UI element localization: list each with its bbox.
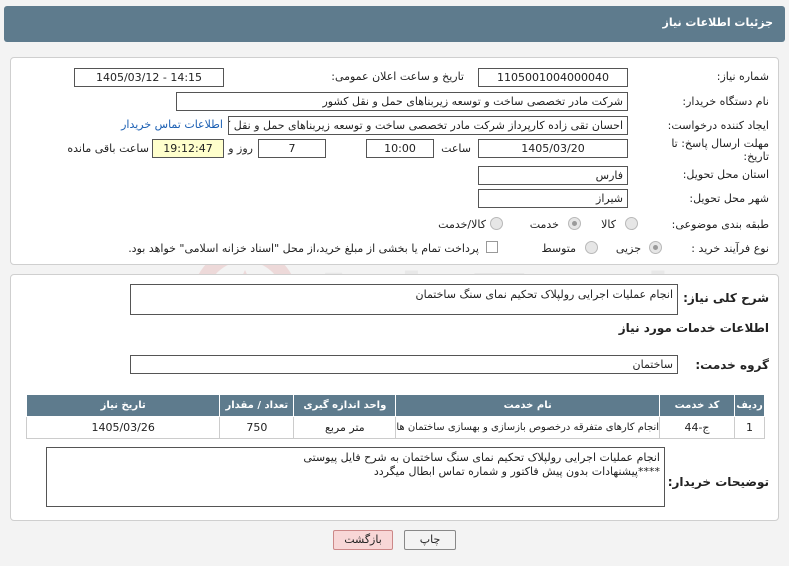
page-title: جزئیات اطلاعات نیاز: [662, 16, 774, 29]
process-medium-label: متوسط: [541, 242, 576, 255]
service-group-label: گروه خدمت:: [695, 358, 769, 372]
buyer-notes-label: توضیحات خریدار:: [667, 475, 769, 489]
col-name: نام خدمت: [395, 394, 660, 417]
back-button[interactable]: بازگشت: [333, 530, 393, 550]
cell-unit: متر مربع: [293, 416, 397, 439]
category-goods-label: کالا: [601, 218, 616, 231]
service-group-field: ساختمان: [130, 355, 678, 374]
treasury-payment-checkbox[interactable]: [486, 241, 498, 253]
deadline-label: مهلت ارسال پاسخ: تا تاریخ:: [671, 137, 769, 163]
buyer-org-field: شرکت مادر تخصصی ساخت و توسعه زیربناهای ح…: [176, 92, 628, 111]
buyer-notes-line-2: ****پیشنهادات بدون پیش فاکتور و شماره تم…: [373, 465, 660, 478]
process-label: نوع فرآیند خرید :: [691, 242, 769, 255]
table-header-row: ردیف کد خدمت نام خدمت واحد اندازه گیری ت…: [25, 394, 765, 417]
category-radio-goods[interactable]: [625, 217, 638, 230]
deadline-date-field: 1405/03/20: [478, 139, 628, 158]
col-row: ردیف: [734, 394, 765, 417]
buyer-notes-field: انجام عملیات اجرایی رولپلاک تحکیم نمای س…: [46, 447, 665, 507]
remaining-time-field: 19:12:47: [152, 139, 224, 158]
print-button[interactable]: چاپ: [404, 530, 456, 550]
category-goods-service-label: کالا/خدمت: [438, 218, 486, 231]
province-field: فارس: [478, 166, 628, 185]
page-header: جزئیات اطلاعات نیاز: [4, 6, 785, 42]
process-radio-minor[interactable]: [649, 241, 662, 254]
treasury-payment-note: پرداخت تمام یا بخشی از مبلغ خرید،از محل …: [128, 242, 479, 255]
city-label: شهر محل تحویل:: [689, 192, 769, 205]
category-label: طبقه بندی موضوعی:: [671, 218, 769, 231]
cell-code: ج-44: [659, 416, 735, 439]
process-radio-medium[interactable]: [585, 241, 598, 254]
category-radio-service[interactable]: [568, 217, 581, 230]
category-radio-goods-service[interactable]: [490, 217, 503, 230]
cell-quantity: 750: [219, 416, 295, 439]
remaining-label: ساعت باقی مانده: [67, 142, 149, 155]
summary-label: شرح کلی نیاز:: [683, 291, 769, 305]
creator-field: احسان تقی زاده کارپرداز شرکت مادر تخصصی …: [228, 116, 628, 135]
cell-name: انجام کارهای متفرقه درخصوص بازسازی و بهس…: [395, 416, 660, 439]
col-need-date: تاریخ نیاز: [25, 394, 221, 417]
col-code: کد خدمت: [659, 394, 735, 417]
days-label: روز و: [228, 142, 253, 155]
creator-label: ایجاد کننده درخواست:: [667, 119, 769, 132]
announce-date-label: تاریخ و ساعت اعلان عمومی:: [331, 70, 464, 83]
announce-date-field: 1405/03/12 - 14:15: [74, 68, 224, 87]
need-number-label: شماره نیاز:: [716, 70, 769, 83]
category-service-label: خدمت: [529, 218, 559, 231]
buyer-notes-line-1: انجام عملیات اجرایی رولپلاک تحکیم نمای س…: [303, 451, 660, 464]
time-label: ساعت: [441, 142, 471, 155]
services-title: اطلاعات خدمات مورد نیاز: [618, 321, 769, 335]
cell-row: 1: [734, 416, 765, 439]
services-table: ردیف کد خدمت نام خدمت واحد اندازه گیری ت…: [25, 394, 765, 439]
buyer-contact-link[interactable]: اطلاعات تماس خریدار: [121, 118, 223, 131]
col-quantity: تعداد / مقدار: [219, 394, 295, 417]
need-number-field: 1105001004000040: [478, 68, 628, 87]
province-label: استان محل تحویل:: [682, 168, 769, 181]
col-unit: واحد اندازه گیری: [293, 394, 397, 417]
buyer-org-label: نام دستگاه خریدار:: [682, 95, 769, 108]
process-minor-label: جزیی: [615, 242, 641, 255]
days-field: 7: [258, 139, 326, 158]
cell-need-date: 1405/03/26: [25, 416, 221, 439]
deadline-time-field: 10:00: [366, 139, 434, 158]
city-field: شیراز: [478, 189, 628, 208]
table-row: 1 ج-44 انجام کارهای متفرقه درخصوص بازساز…: [25, 416, 765, 439]
summary-field: انجام عملیات اجرایی رولپلاک تحکیم نمای س…: [130, 284, 678, 315]
